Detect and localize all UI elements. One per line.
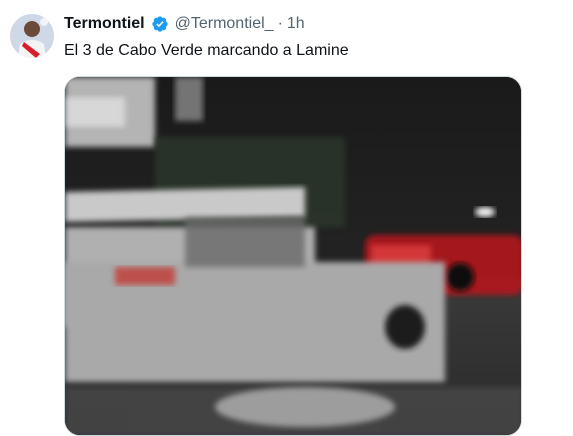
video-thumbnail-icon [65, 77, 521, 435]
author-name[interactable]: Termontiel [64, 14, 145, 34]
avatar-image [10, 14, 54, 58]
tweet-header: Termontiel @Termontiel_ · 1h [64, 14, 305, 34]
author-handle[interactable]: @Termontiel_ [175, 14, 274, 34]
separator-dot: · [277, 15, 283, 32]
tweet-text: El 3 de Cabo Verde marcando a Lamine [64, 42, 349, 59]
timestamp[interactable]: 1h [287, 14, 305, 34]
verified-badge-icon [151, 16, 168, 32]
avatar[interactable] [10, 14, 54, 58]
tweet[interactable]: Termontiel @Termontiel_ · 1h El 3 de Cab… [0, 0, 573, 436]
video-media[interactable] [64, 76, 522, 436]
